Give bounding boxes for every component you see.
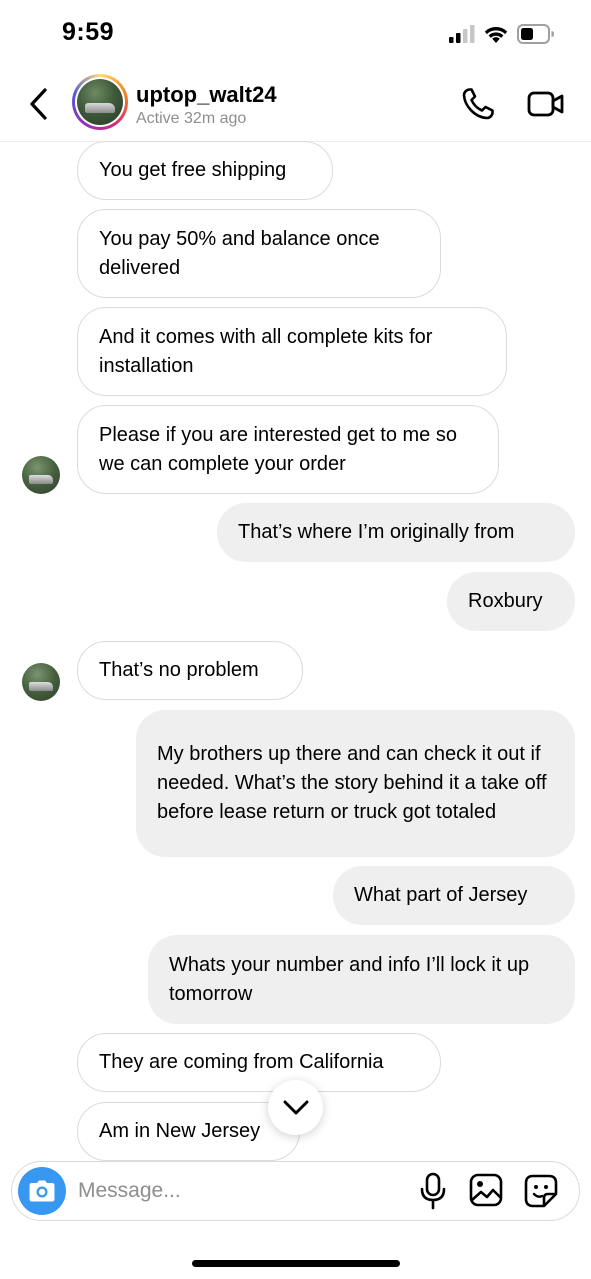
wifi-icon <box>484 26 508 43</box>
video-camera-icon[interactable] <box>526 86 566 122</box>
status-icons <box>449 22 555 46</box>
message-incoming[interactable]: And it comes with all complete kits for … <box>77 307 507 396</box>
home-indicator <box>192 1260 400 1267</box>
status-time: 9:59 <box>62 18 115 46</box>
message-incoming[interactable]: They are coming from California <box>77 1033 441 1092</box>
sender-avatar[interactable] <box>22 456 60 494</box>
message-text: Please if you are interested get to me s… <box>99 423 457 475</box>
back-chevron-icon[interactable] <box>24 86 54 122</box>
message-incoming[interactable]: You pay 50% and balance once delivered <box>77 209 441 298</box>
microphone-icon[interactable] <box>418 1172 448 1210</box>
message-outgoing[interactable]: What part of Jersey <box>333 866 575 925</box>
chevron-down-icon <box>283 1100 308 1114</box>
chat-header: uptop_walt24 Active 32m ago <box>0 66 591 142</box>
contact-avatar[interactable] <box>72 74 128 130</box>
message-text: You pay 50% and balance once delivered <box>99 227 380 279</box>
message-incoming[interactable]: You get free shipping <box>77 141 333 200</box>
scroll-to-bottom-button[interactable] <box>268 1080 323 1135</box>
contact-username[interactable]: uptop_walt24 <box>136 82 277 108</box>
sticker-icon[interactable] <box>522 1172 560 1210</box>
message-text: Whats your number and info I’ll lock it … <box>169 953 530 1005</box>
sender-avatar[interactable] <box>22 663 60 701</box>
message-outgoing[interactable]: Whats your number and info I’ll lock it … <box>148 935 575 1024</box>
active-status: Active 32m ago <box>136 110 247 127</box>
battery-icon <box>517 24 554 44</box>
message-text: And it comes with all complete kits for … <box>99 325 433 377</box>
message-incoming[interactable]: Am in New Jersey <box>77 1102 300 1161</box>
phone-icon[interactable] <box>460 86 496 122</box>
message-text: They are coming from California <box>99 1051 384 1073</box>
camera-icon <box>29 1180 55 1202</box>
message-text: Am in New Jersey <box>99 1120 261 1142</box>
message-text: My brothers up there and can check it ou… <box>157 743 547 823</box>
message-outgoing[interactable]: That’s where I’m originally from <box>217 503 575 562</box>
message-text: That’s no problem <box>99 659 259 681</box>
message-incoming[interactable]: That’s no problem <box>77 641 303 700</box>
message-text: Roxbury <box>468 590 543 612</box>
message-text: What part of Jersey <box>354 884 528 906</box>
message-outgoing[interactable]: My brothers up there and can check it ou… <box>136 710 575 857</box>
message-outgoing[interactable]: Roxbury <box>447 572 575 631</box>
message-input[interactable] <box>78 1175 398 1207</box>
message-text: You get free shipping <box>99 159 287 181</box>
camera-button[interactable] <box>18 1167 66 1215</box>
message-incoming[interactable]: Please if you are interested get to me s… <box>77 405 499 494</box>
cellular-signal-icon <box>449 25 475 43</box>
gallery-icon[interactable] <box>468 1172 504 1208</box>
message-text: That’s where I’m originally from <box>238 521 515 543</box>
